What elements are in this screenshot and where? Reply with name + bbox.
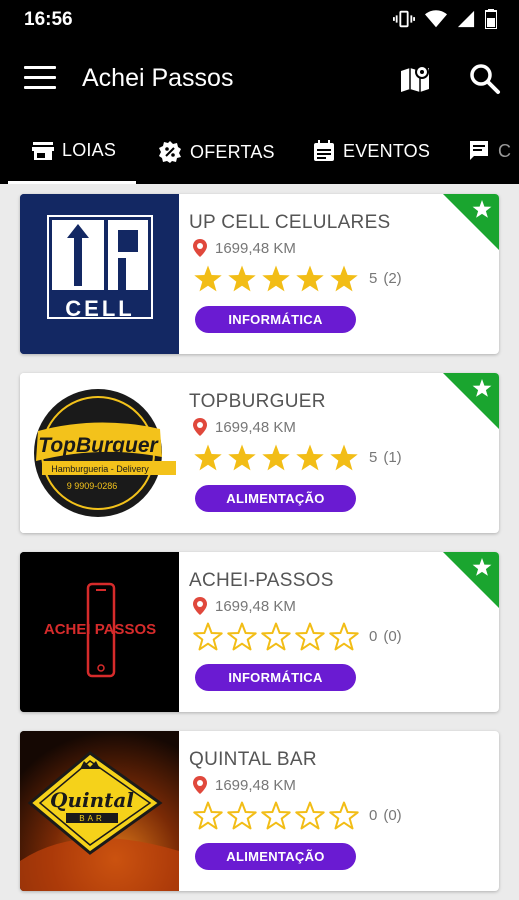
review-count: (0): [383, 807, 402, 824]
category-badge: ALIMENTAÇÃO: [195, 843, 356, 870]
store-card[interactable]: Quintal BAR QUINTAL BAR 1699,48 KM 0 (0)…: [20, 731, 499, 891]
calendar-icon: [314, 140, 334, 161]
store-icon: [32, 141, 54, 160]
featured-star-icon: [443, 194, 499, 250]
star-empty-icon: [227, 622, 257, 651]
star-rating: 0 (0): [193, 622, 402, 651]
star-rating: 0 (0): [193, 801, 402, 830]
search-icon[interactable]: [468, 62, 502, 96]
vibrate-icon: [393, 10, 415, 28]
svg-text:BAR: BAR: [79, 814, 104, 823]
category-badge: ALIMENTAÇÃO: [195, 485, 356, 512]
distance-text: 1699,48 KM: [215, 239, 296, 257]
menu-icon[interactable]: [24, 66, 56, 92]
tab-lojas[interactable]: LOIAS: [32, 140, 116, 161]
star-filled-icon: [296, 444, 324, 471]
store-logo: Quintal BAR: [20, 731, 179, 891]
category-badge: INFORMÁTICA: [195, 306, 356, 333]
status-bar: 16:56: [0, 0, 519, 40]
tab-indicator: [8, 181, 136, 184]
svg-text:Quintal: Quintal: [50, 788, 134, 812]
rating-value: 0: [369, 807, 378, 824]
store-card[interactable]: ACHEI PASSOS ACHEI-PASSOS 1699,48 KM 0 (…: [20, 552, 499, 712]
tab-eventos[interactable]: EVENTOS: [313, 140, 430, 162]
location-pin-icon: [193, 776, 207, 794]
tab-chat[interactable]: C: [468, 140, 511, 162]
svg-text:Hamburgueria - Delivery: Hamburgueria - Delivery: [51, 464, 149, 474]
rating-value: 5: [369, 270, 378, 287]
star-empty-icon: [261, 622, 291, 651]
rating-value: 5: [369, 449, 378, 466]
battery-icon: [485, 9, 497, 29]
star-empty-icon: [295, 622, 325, 651]
tab-ofertas[interactable]: OFERTAS: [158, 140, 275, 164]
star-filled-icon: [330, 444, 358, 471]
tab-label: LOIAS: [62, 140, 117, 160]
store-logo: ACHEI PASSOS: [20, 552, 179, 712]
store-distance: 1699,48 KM: [193, 776, 296, 794]
rating-value: 0: [369, 628, 378, 645]
star-empty-icon: [193, 801, 223, 830]
star-filled-icon: [296, 265, 324, 292]
star-filled-icon: [262, 444, 290, 471]
app-bar: Achei Passos: [0, 40, 519, 120]
distance-text: 1699,48 KM: [215, 418, 296, 436]
star-empty-icon: [295, 801, 325, 830]
store-card[interactable]: TopBurguer Hamburgueria - Delivery 9 990…: [20, 373, 499, 533]
store-logo: CELL: [20, 194, 179, 354]
star-filled-icon: [194, 444, 222, 471]
star-rating: 5 (1): [193, 443, 402, 472]
review-count: (1): [383, 449, 402, 466]
status-icons: [393, 8, 497, 30]
review-count: (2): [383, 270, 402, 287]
star-empty-icon: [261, 801, 291, 830]
star-empty-icon: [329, 801, 359, 830]
location-pin-icon: [193, 418, 207, 436]
chat-icon: [470, 141, 488, 160]
star-empty-icon: [193, 622, 223, 651]
store-distance: 1699,48 KM: [193, 239, 296, 257]
star-rating: 5 (2): [193, 264, 402, 293]
wifi-icon: [425, 10, 447, 28]
tab-label: C: [498, 140, 512, 161]
store-name: TOPBURGUER: [189, 391, 326, 412]
star-filled-icon: [228, 265, 256, 292]
tab-bar: LOIAS OFERTAS EVENTOS C: [0, 120, 519, 184]
star-filled-icon: [194, 265, 222, 292]
page-title: Achei Passos: [82, 64, 234, 92]
distance-text: 1699,48 KM: [215, 597, 296, 615]
store-name: QUINTAL BAR: [189, 749, 317, 770]
star-empty-icon: [227, 801, 257, 830]
store-name: ACHEI-PASSOS: [189, 570, 334, 591]
store-logo: TopBurguer Hamburgueria - Delivery 9 990…: [20, 373, 179, 533]
distance-text: 1699,48 KM: [215, 776, 296, 794]
svg-text:CELL: CELL: [65, 296, 134, 321]
star-filled-icon: [262, 265, 290, 292]
location-pin-icon: [193, 239, 207, 257]
store-distance: 1699,48 KM: [193, 418, 296, 436]
star-empty-icon: [329, 622, 359, 651]
store-name: UP CELL CELULARES: [189, 212, 391, 233]
featured-star-icon: [443, 373, 499, 429]
featured-star-icon: [443, 552, 499, 608]
review-count: (0): [383, 628, 402, 645]
tab-label: OFERTAS: [190, 141, 275, 162]
star-filled-icon: [228, 444, 256, 471]
category-badge: INFORMÁTICA: [195, 664, 356, 691]
status-time: 16:56: [24, 9, 73, 30]
discount-icon: [159, 141, 181, 163]
star-filled-icon: [330, 265, 358, 292]
signal-icon: [457, 10, 475, 28]
location-pin-icon: [193, 597, 207, 615]
svg-text:TopBurguer: TopBurguer: [38, 434, 159, 457]
store-distance: 1699,48 KM: [193, 597, 296, 615]
svg-text:ACHEI PASSOS: ACHEI PASSOS: [44, 621, 156, 638]
tab-label: EVENTOS: [343, 140, 431, 161]
map-icon[interactable]: [398, 62, 432, 96]
svg-text:9 9909-0286: 9 9909-0286: [67, 481, 118, 491]
store-card[interactable]: CELL UP CELL CELULARES 1699,48 KM 5 (2) …: [20, 194, 499, 354]
